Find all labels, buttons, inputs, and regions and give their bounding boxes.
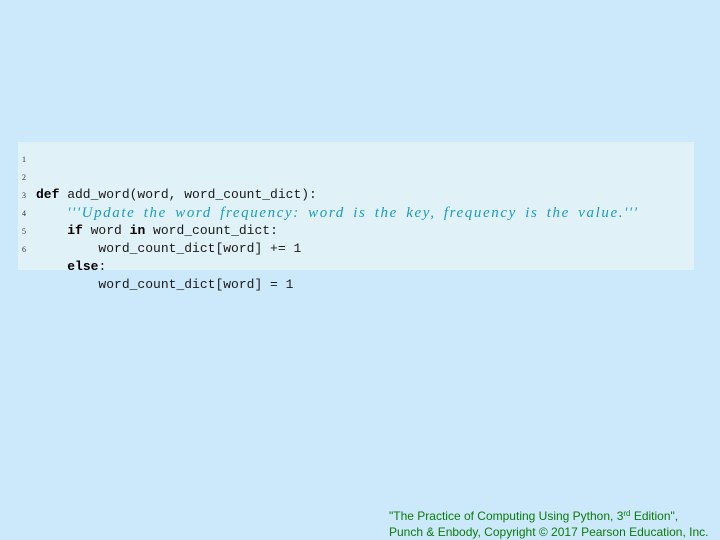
code-text: word_count_dict[word] = 1: [98, 277, 294, 292]
line-number: 5: [22, 227, 26, 236]
code-text: else:: [67, 259, 107, 274]
code-line: 3 if word in word_count_dict:: [18, 186, 694, 238]
line-number: 2: [22, 173, 26, 182]
footer-line-2: Punch & Enbody, Copyright © 2017 Pearson…: [389, 525, 709, 539]
line-number: 1: [22, 155, 26, 164]
code-line: 4 word_count_dict[word] += 1: [18, 204, 694, 256]
code-listing: 1 def add_word(word, word_count_dict): 2…: [18, 142, 694, 292]
code-line: 1 def add_word(word, word_count_dict):: [18, 150, 694, 202]
code-line: 5 else:: [18, 222, 694, 274]
code-line: 2 '''Update the word frequency: word is …: [18, 168, 694, 221]
footer-line-1: "The Practice of Computing Using Python,…: [389, 509, 679, 523]
line-number: 6: [22, 245, 26, 254]
code-line: 6 word_count_dict[word] = 1: [18, 240, 694, 292]
line-number: 3: [22, 191, 26, 200]
copyright-footer: "The Practice of Computing Using Python,…: [389, 508, 714, 540]
keyword: else: [67, 259, 99, 274]
line-number: 4: [22, 209, 26, 218]
